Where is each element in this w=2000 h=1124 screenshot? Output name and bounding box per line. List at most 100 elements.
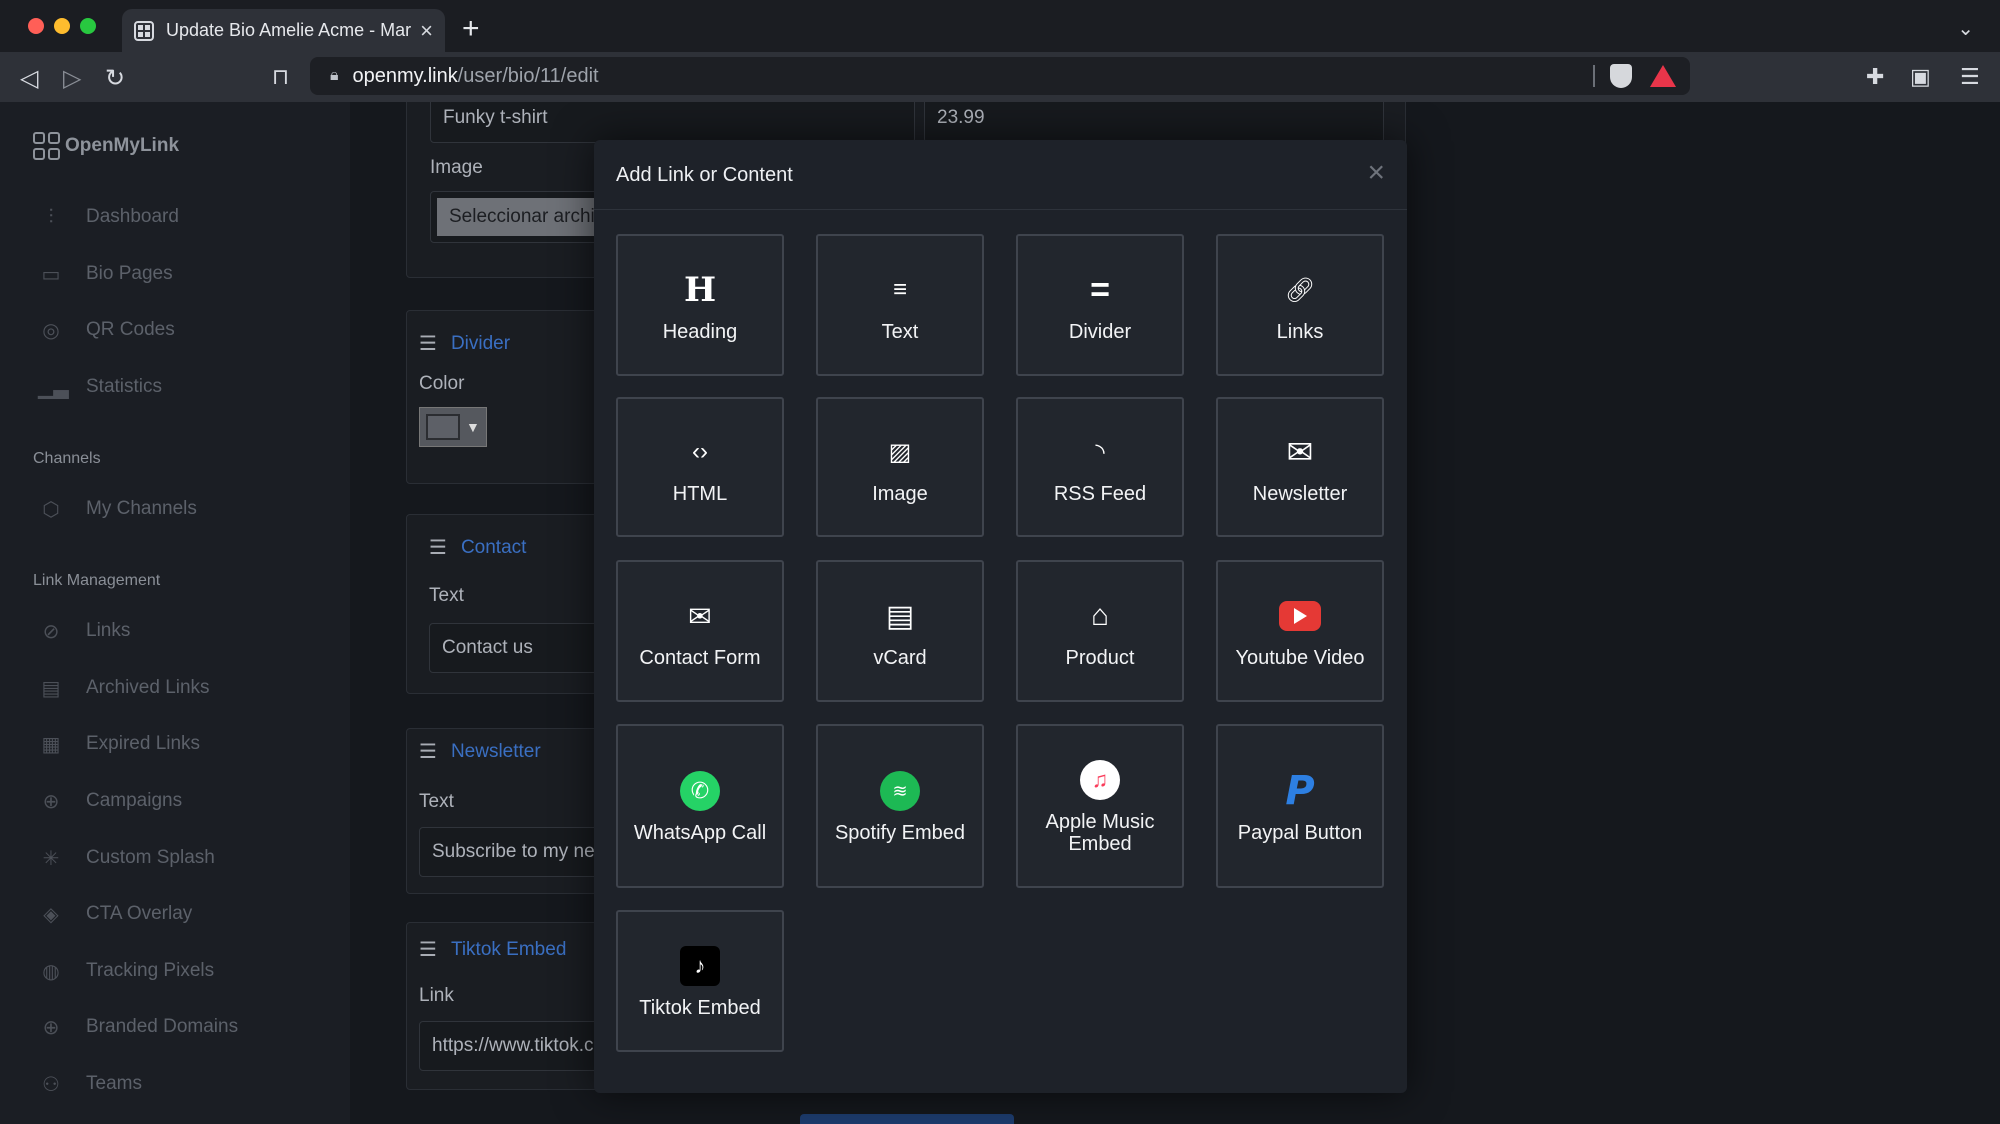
tile-youtube-video[interactable]: Youtube Video (1216, 560, 1384, 702)
sidebar-item-label: Branded Domains (86, 1016, 239, 1037)
sidebar-item-bio-pages[interactable]: ▭ Bio Pages (38, 259, 173, 289)
forward-icon[interactable]: ▷ (63, 64, 81, 93)
tile-spotify-embed[interactable]: ≋ Spotify Embed (816, 724, 984, 888)
sidebar-item-archived-links[interactable]: ▤ Archived Links (38, 673, 210, 703)
drag-handle-icon[interactable]: ☰ (419, 331, 437, 356)
tile-apple-music-embed[interactable]: ♫ Apple Music Embed (1016, 724, 1184, 888)
globe-icon: ⊕ (42, 1016, 60, 1039)
menu-icon[interactable]: ☰ (1960, 64, 1980, 90)
tab-close-icon[interactable]: × (420, 18, 433, 44)
back-icon[interactable]: ◁ (20, 64, 38, 93)
tile-label: Youtube Video (1235, 647, 1365, 669)
bar-chart-icon: ▁▃ (38, 376, 69, 399)
equals-icon: = (1090, 270, 1110, 309)
tile-heading[interactable]: H Heading (616, 234, 784, 376)
close-window-button[interactable] (28, 18, 44, 34)
spotify-icon: ≋ (880, 771, 920, 811)
tile-text[interactable]: ≡ Text (816, 234, 984, 376)
logo[interactable]: OpenMyLink (33, 132, 179, 160)
drag-handle-icon[interactable]: ☰ (429, 535, 447, 560)
sidebar-item-qr-codes[interactable]: ◎ QR Codes (38, 315, 175, 345)
drag-handle-icon[interactable]: ☰ (419, 937, 437, 962)
youtube-icon (1279, 601, 1321, 631)
tile-links[interactable]: 🔗︎ Links (1216, 234, 1384, 376)
sidebar-item-my-channels[interactable]: ⬡ My Channels (38, 494, 197, 524)
sidebar-item-statistics[interactable]: ▁▃ Statistics (38, 372, 162, 402)
tile-html[interactable]: ‹› HTML (616, 397, 784, 537)
modal-title: Add Link or Content (616, 164, 793, 186)
color-picker[interactable]: ▼ (419, 407, 487, 447)
tile-label: RSS Feed (1053, 483, 1147, 505)
id-card-icon: ▤ (885, 599, 915, 633)
loader-icon: ✳ (42, 847, 60, 870)
product-price-input[interactable]: 23.99 (924, 102, 1384, 143)
aperture-icon: ◎ (42, 319, 60, 342)
sidebar-item-label: Statistics (86, 376, 163, 397)
rss-icon: ◝ (1095, 438, 1105, 466)
new-tab-button[interactable]: + (462, 12, 480, 46)
block-header: ☰ Tiktok Embed (419, 937, 566, 962)
image-label: Image (430, 157, 483, 178)
brave-rewards-icon[interactable] (1650, 65, 1676, 87)
tile-whatsapp-call[interactable]: ✆ WhatsApp Call (616, 724, 784, 888)
tile-paypal-button[interactable]: P Paypal Button (1216, 724, 1384, 888)
browser-toolbar: ◁ ▷ ↻ ⊓ 🔒︎ openmy.link /user/bio/11/edit… (0, 52, 2000, 102)
tile-divider[interactable]: = Divider (1016, 234, 1184, 376)
zoom-window-button[interactable] (80, 18, 96, 34)
wallet-icon[interactable]: ▣ (1910, 64, 1931, 90)
brave-shield-icon[interactable] (1610, 64, 1632, 88)
sidebar-item-links[interactable]: ⊘ Links (38, 616, 131, 646)
sidebar-item-expired-links[interactable]: ▦ Expired Links (38, 729, 201, 759)
tile-label: vCard (873, 647, 927, 669)
tile-label: HTML (672, 483, 728, 505)
tile-label: Links (1276, 321, 1324, 343)
caret-down-icon: ▼ (466, 419, 480, 435)
tile-label: WhatsApp Call (633, 822, 767, 844)
tile-image[interactable]: ▨ Image (816, 397, 984, 537)
close-icon[interactable]: × (1367, 158, 1385, 188)
sidebar-section-link-management: Link Management (33, 572, 161, 589)
code-icon: ‹› (692, 438, 708, 465)
bookmark-icon[interactable]: ⊓ (272, 64, 289, 90)
browser-tab-bar: Update Bio Amelie Acme - Mark × + ⌄ (0, 0, 2000, 52)
sidebar-item-branded-domains[interactable]: ⊕ Branded Domains (38, 1012, 238, 1042)
tile-newsletter[interactable]: ✉ Newsletter (1216, 397, 1384, 537)
sidebar-item-custom-splash[interactable]: ✳ Custom Splash (38, 843, 215, 873)
favicon-icon (134, 20, 154, 41)
link-icon: 🔗︎ (1284, 276, 1316, 304)
sidebar-item-campaigns[interactable]: ⊕ Campaigns (38, 786, 183, 816)
url-separator (1593, 65, 1595, 87)
sidebar-item-label: Custom Splash (86, 847, 215, 868)
tile-contact-form[interactable]: ✉ Contact Form (616, 560, 784, 702)
browser-tab[interactable]: Update Bio Amelie Acme - Mark × (122, 9, 445, 52)
drag-handle-icon[interactable]: ☰ (419, 739, 437, 764)
sidebar: OpenMyLink ⫶ Dashboard ▭ Bio Pages ◎ QR … (0, 102, 350, 1124)
tab-list-chevron-icon[interactable]: ⌄ (1957, 16, 1974, 41)
sliders-icon: ⫶ (48, 205, 54, 228)
users-icon: ⚇ (42, 1073, 60, 1096)
sidebar-item-cta-overlay[interactable]: ◈ CTA Overlay (38, 899, 192, 929)
address-bar[interactable]: 🔒︎ openmy.link /user/bio/11/edit (310, 57, 1690, 95)
newsletter-text-label: Text (419, 791, 454, 812)
block-title: Divider (450, 332, 511, 354)
sidebar-item-tracking-pixels[interactable]: ◍ Tracking Pixels (38, 956, 214, 986)
tile-label: Product (1065, 647, 1135, 669)
tile-product[interactable]: ⌂ Product (1016, 560, 1184, 702)
sidebar-item-teams[interactable]: ⚇ Teams (38, 1069, 142, 1099)
tile-tiktok-embed[interactable]: ♪ Tiktok Embed (616, 910, 784, 1052)
tile-rss-feed[interactable]: ◝ RSS Feed (1016, 397, 1184, 537)
heading-icon: H (683, 270, 717, 310)
tile-vcard[interactable]: ▤ vCard (816, 560, 984, 702)
tile-label: Divider (1068, 321, 1132, 343)
product-name-input[interactable]: Funky t-shirt (430, 102, 915, 143)
block-title: Contact (460, 536, 527, 558)
minimize-window-button[interactable] (54, 18, 70, 34)
extensions-icon[interactable]: ✚ (1866, 64, 1884, 90)
reload-icon[interactable]: ↻ (105, 64, 125, 93)
sidebar-item-label: QR Codes (86, 319, 175, 340)
sidebar-item-dashboard[interactable]: ⫶ Dashboard (38, 202, 179, 232)
block-header: ☰ Newsletter (419, 739, 541, 764)
save-button[interactable] (800, 1114, 1014, 1124)
color-swatch (426, 414, 460, 440)
tab-title: Update Bio Amelie Acme - Mark (166, 20, 413, 40)
